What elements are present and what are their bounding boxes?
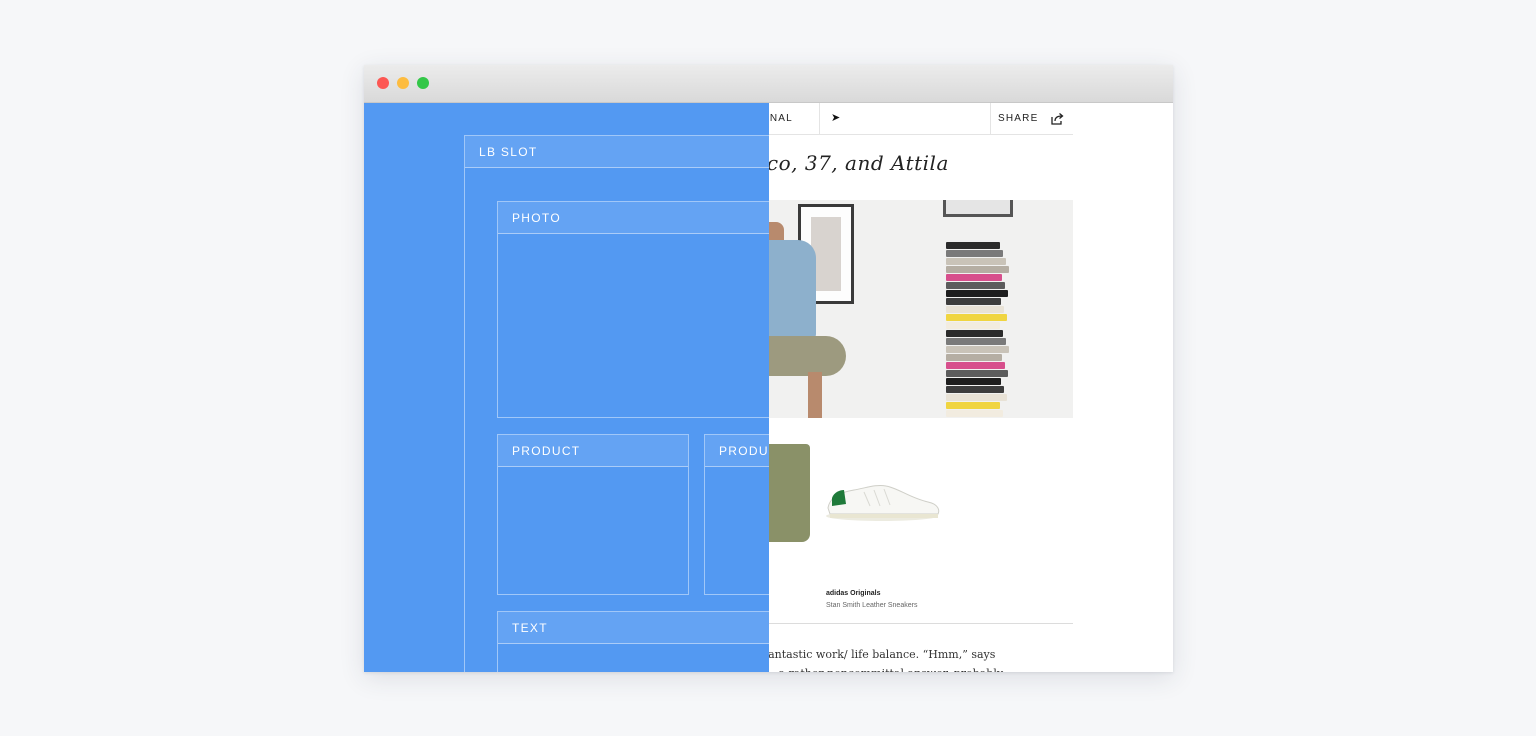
book-spine [946,250,1003,257]
book-spine [946,282,1005,289]
product-slot[interactable]: PRODUCT [497,434,689,595]
share-link[interactable]: SHARE [998,113,1038,124]
book-spine [946,242,1000,249]
book-spine [946,386,1004,393]
book-spine [946,410,1003,417]
close-window-button[interactable] [377,77,389,89]
sneaker-product-image[interactable] [824,476,944,524]
book-spine [946,370,1008,377]
article-headline: ico, 37, and Attila [760,151,949,175]
book-spine [946,274,1002,281]
product-slot[interactable]: PRODUCT [704,434,769,595]
book-spine [946,314,1007,321]
product-row: adidas Originals Stan Smith Leather Snea… [768,438,1073,624]
zoom-window-button[interactable] [417,77,429,89]
product-slot-label: PRODUCT [512,444,581,458]
framed-picture [943,200,1013,217]
book-spine [946,354,1002,361]
book-spine [946,378,1001,385]
layout-slot-overlay: LB SLOT PHOTO PRODUCT PRODUCT TE [364,103,769,672]
book-stack [946,242,1010,418]
play-icon[interactable]: ➤ [831,111,840,124]
browser-window: OURNAL ➤ SHARE ico, 37, and Attila [364,65,1173,672]
share-icon[interactable] [1050,112,1064,126]
text-slot[interactable]: TEXT [497,611,769,672]
window-titlebar [364,65,1173,103]
site-nav-bar: OURNAL ➤ SHARE [744,103,1073,135]
lb-slot-label: LB SLOT [479,145,538,159]
book-spine [946,306,1004,313]
nav-divider [990,103,991,134]
nav-divider [819,103,820,134]
text-slot-label: TEXT [512,621,548,635]
book-spine [946,290,1008,297]
photo-slot[interactable]: PHOTO [497,201,769,418]
person-figure [768,240,816,340]
photo-slot-label: PHOTO [512,211,561,225]
book-spine [946,362,1005,369]
shorts-product-image[interactable] [768,444,810,542]
window-content: OURNAL ➤ SHARE ico, 37, and Attila [364,103,1173,672]
product-slot-label: PRODUCT [719,444,769,458]
book-spine [946,402,1000,409]
body-line: fantastic work/ life balance. “Hmm,” say… [764,648,996,661]
book-spine [946,346,1009,353]
book-spine [946,266,1009,273]
book-spine [946,258,1006,265]
product-brand[interactable]: adidas Originals [826,590,880,597]
book-spine [946,394,1007,401]
book-spine [946,338,1006,345]
minimize-window-button[interactable] [397,77,409,89]
product-name[interactable]: Stan Smith Leather Sneakers [826,602,917,609]
article-body: fantastic work/ life balance. “Hmm,” say… [764,645,1064,672]
hero-photo [768,200,1073,418]
book-spine [946,298,1001,305]
body-line: — a rather noncommittal answer, probably [764,664,1064,672]
book-spine [946,330,1003,337]
book-spine [946,322,1000,329]
